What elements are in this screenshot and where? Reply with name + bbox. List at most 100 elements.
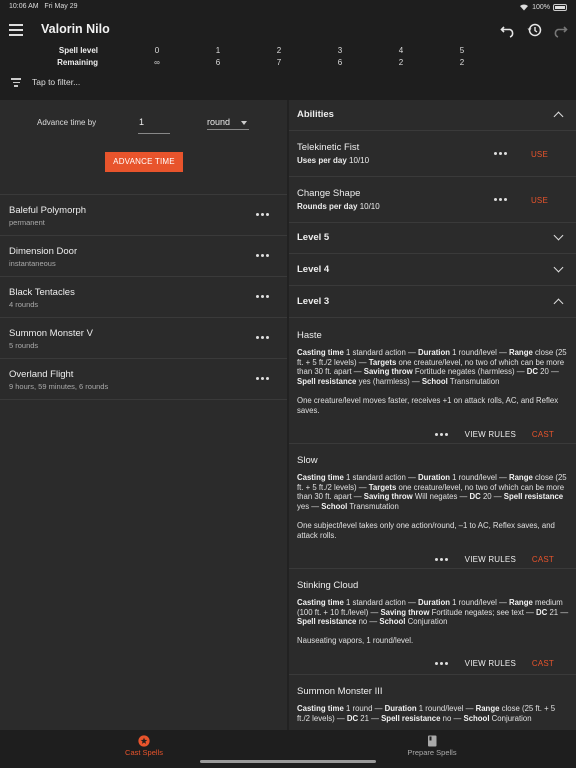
view-rules-button[interactable]: VIEW RULES: [465, 659, 516, 668]
filter-icon: [11, 78, 21, 87]
more-icon[interactable]: [256, 295, 270, 299]
tab-label: Cast Spells: [125, 748, 163, 757]
section-level-5[interactable]: Level 5: [289, 223, 576, 254]
chevron-down-icon: [553, 262, 564, 273]
spell-details: Casting time 1 round — Duration 1 round/…: [297, 704, 556, 723]
effect-name: Baleful Polymorph: [9, 205, 87, 216]
more-icon[interactable]: [435, 558, 449, 562]
advance-time-button[interactable]: ADVANCE TIME: [105, 152, 183, 172]
cast-button[interactable]: CAST: [532, 430, 554, 439]
remaining-label: Remaining: [57, 58, 98, 67]
chevron-up-icon: [553, 298, 564, 309]
ability-name: Telekinetic Fist: [297, 142, 360, 153]
more-icon[interactable]: [256, 254, 270, 258]
more-icon[interactable]: [435, 433, 449, 437]
spell-card: Summon Monster III Casting time 1 round …: [289, 675, 576, 730]
more-icon[interactable]: [435, 662, 449, 666]
remaining-cell: 2: [398, 58, 404, 67]
battery-icon: [553, 3, 567, 11]
more-icon[interactable]: [256, 336, 270, 340]
remaining-cell: ∞: [154, 58, 160, 67]
active-effects-pane: Advance time by 1 round ADVANCE TIME Bal…: [0, 100, 287, 730]
chevron-up-icon: [553, 111, 564, 122]
spell-level-row: Spell level 0 1 2 3 4 5: [0, 46, 576, 58]
remaining-cell: 2: [459, 58, 465, 67]
spell-level-cell: 5: [459, 46, 465, 55]
spell-card: Haste Casting time 1 standard action — D…: [289, 319, 576, 444]
time-unit-select[interactable]: round: [207, 114, 249, 130]
history-icon[interactable]: [526, 22, 542, 38]
more-icon[interactable]: [494, 198, 508, 202]
effect-item[interactable]: Black Tentacles 4 rounds: [0, 277, 287, 318]
effect-item[interactable]: Summon Monster V 5 rounds: [0, 318, 287, 359]
remaining-cell: 7: [276, 58, 282, 67]
spell-name: Stinking Cloud: [297, 580, 359, 591]
tab-label: Prepare Spells: [407, 748, 457, 757]
spellbook-pane: Abilities Telekinetic Fist Uses per day …: [289, 100, 576, 730]
filter-placeholder: Tap to filter...: [32, 77, 81, 87]
chevron-down-icon: [553, 230, 564, 241]
spell-level-cell: 4: [398, 46, 404, 55]
undo-icon[interactable]: [500, 22, 516, 38]
spell-details: Casting time 1 standard action — Duratio…: [297, 473, 567, 511]
menu-icon[interactable]: [9, 24, 23, 36]
battery-percent: 100%: [532, 3, 550, 11]
effect-name: Black Tentacles: [9, 287, 75, 298]
advance-amount-input[interactable]: 1: [138, 114, 170, 134]
more-icon[interactable]: [494, 152, 508, 156]
home-indicator: [200, 760, 376, 763]
spell-card: Stinking Cloud Casting time 1 standard a…: [289, 569, 576, 675]
status-time: 10:06 AM Fri May 29: [9, 3, 78, 10]
effect-duration: permanent: [9, 218, 45, 227]
spell-details: Casting time 1 standard action — Duratio…: [297, 598, 569, 627]
wifi-icon: [520, 4, 529, 11]
effect-name: Summon Monster V: [9, 328, 93, 339]
section-level-3[interactable]: Level 3: [289, 287, 576, 318]
ability-item: Telekinetic Fist Uses per day 10/10 USE: [289, 131, 576, 177]
page-title: Valorin Nilo: [41, 22, 110, 36]
spell-name: Haste: [297, 330, 322, 341]
effect-item[interactable]: Dimension Door instantaneous: [0, 236, 287, 277]
dropdown-arrow-icon: [241, 121, 247, 125]
redo-icon[interactable]: [552, 22, 568, 38]
cast-button[interactable]: CAST: [532, 555, 554, 564]
section-level-4[interactable]: Level 4: [289, 255, 576, 286]
spell-level-cell: 1: [215, 46, 221, 55]
book-icon: [428, 735, 437, 747]
section-title: Level 5: [297, 232, 330, 243]
ability-usage: Uses per day 10/10: [297, 156, 370, 165]
section-abilities[interactable]: Abilities: [289, 100, 576, 131]
effects-list: Baleful Polymorph permanent Dimension Do…: [0, 194, 287, 400]
spell-level-cell: 2: [276, 46, 282, 55]
use-button[interactable]: USE: [531, 196, 548, 205]
remaining-row: Remaining ∞ 6 7 6 2 2: [0, 58, 576, 70]
view-rules-button[interactable]: VIEW RULES: [465, 430, 516, 439]
ability-usage: Rounds per day 10/10: [297, 202, 380, 211]
effect-item[interactable]: Overland Flight 9 hours, 59 minutes, 6 r…: [0, 359, 287, 400]
cast-button[interactable]: CAST: [532, 659, 554, 668]
status-bar: 10:06 AM Fri May 29 100%: [0, 0, 576, 14]
ability-name: Change Shape: [297, 188, 361, 199]
star-icon: [138, 735, 150, 747]
view-rules-button[interactable]: VIEW RULES: [465, 555, 516, 564]
section-title: Level 3: [297, 296, 330, 307]
effect-duration: 9 hours, 59 minutes, 6 rounds: [9, 382, 109, 391]
effect-duration: instantaneous: [9, 259, 56, 268]
remaining-cell: 6: [337, 58, 343, 67]
spell-name: Summon Monster III: [297, 686, 383, 697]
more-icon[interactable]: [256, 377, 270, 381]
use-button[interactable]: USE: [531, 150, 548, 159]
spell-card: Slow Casting time 1 standard action — Du…: [289, 444, 576, 569]
remaining-cell: 6: [215, 58, 221, 67]
filter-bar[interactable]: Tap to filter...: [0, 74, 300, 92]
section-title: Abilities: [297, 109, 334, 120]
advance-time-label: Advance time by: [37, 118, 97, 127]
section-title: Level 4: [297, 264, 330, 275]
spell-details: Casting time 1 standard action — Duratio…: [297, 348, 567, 386]
effect-name: Dimension Door: [9, 246, 78, 257]
more-icon[interactable]: [256, 213, 270, 217]
spell-name: Slow: [297, 455, 318, 466]
spell-summary: Nauseating vapors, 1 round/level.: [297, 636, 414, 645]
spell-level-cell: 3: [337, 46, 343, 55]
effect-item[interactable]: Baleful Polymorph permanent: [0, 195, 287, 236]
